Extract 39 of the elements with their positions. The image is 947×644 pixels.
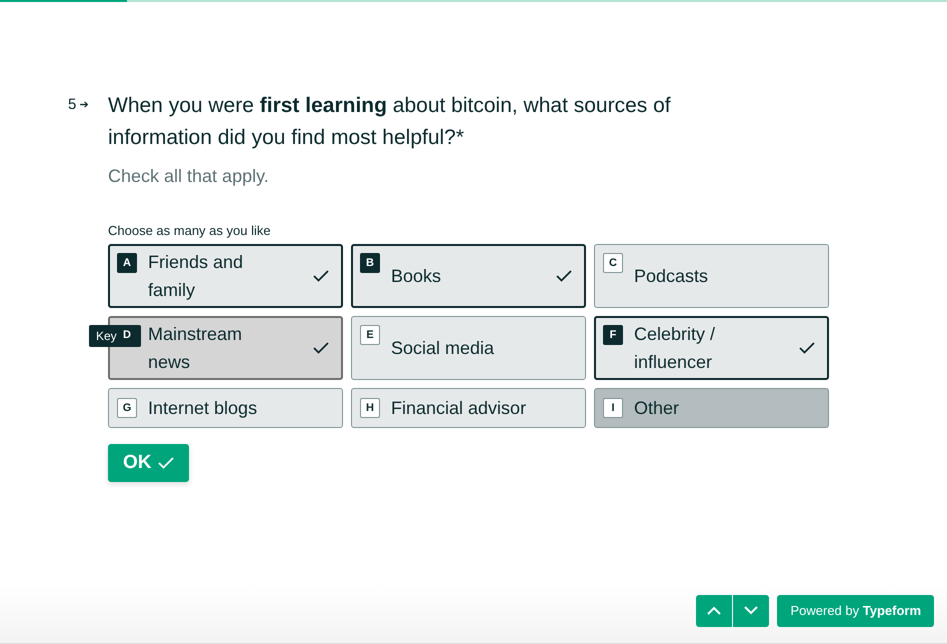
option-label: Financial advisor: [391, 397, 526, 420]
key-hint: I: [603, 398, 623, 418]
key-hint: A: [117, 253, 137, 273]
hint-text: Choose as many as you like: [108, 223, 272, 238]
option-label: Podcasts: [634, 265, 708, 288]
key-hint: B: [360, 253, 380, 273]
choice-option[interactable]: F Celebrity / influencer: [594, 316, 829, 380]
key-hint: C: [603, 253, 623, 273]
choice-option[interactable]: B Books: [351, 244, 586, 308]
option-label: Internet blogs: [148, 397, 258, 420]
chevron-down-icon: [744, 606, 758, 615]
option-label: Celebrity / influencer: [634, 323, 716, 374]
check-icon: [313, 342, 329, 354]
option-label: Books: [391, 265, 442, 288]
arrow-icon: ➔: [79, 96, 88, 482]
check-icon: [158, 457, 174, 469]
key-hint: H: [360, 398, 380, 418]
choice-option[interactable]: I Other: [594, 388, 829, 428]
chevron-up-icon: [707, 606, 722, 615]
check-icon: [313, 270, 329, 282]
option-label: Friends and family: [148, 251, 244, 302]
key-hint: E: [360, 325, 380, 345]
previous-button[interactable]: [696, 594, 732, 626]
check-icon: [799, 342, 815, 354]
next-button[interactable]: [733, 594, 770, 626]
choice-option[interactable]: G Internet blogs: [108, 388, 343, 428]
choice-option[interactable]: E Social media: [351, 316, 586, 380]
option-label: Mainstream news: [148, 323, 244, 374]
choice-option[interactable]: C Podcasts: [594, 244, 829, 308]
question-text: When you were first learning about bitcoin, what sources of information did you find most helpful?*: [108, 93, 672, 151]
question-description: Check all that apply.: [108, 166, 270, 187]
key-hint: F: [603, 325, 623, 345]
choice-option[interactable]: A Friends and family: [108, 244, 343, 308]
key-hint: G: [117, 398, 137, 418]
choice-option[interactable]: H Financial advisor: [351, 388, 586, 428]
question-number: 5: [68, 96, 76, 115]
check-icon: [556, 270, 572, 282]
option-label: Other: [634, 397, 680, 420]
option-label: Social media: [391, 337, 494, 360]
